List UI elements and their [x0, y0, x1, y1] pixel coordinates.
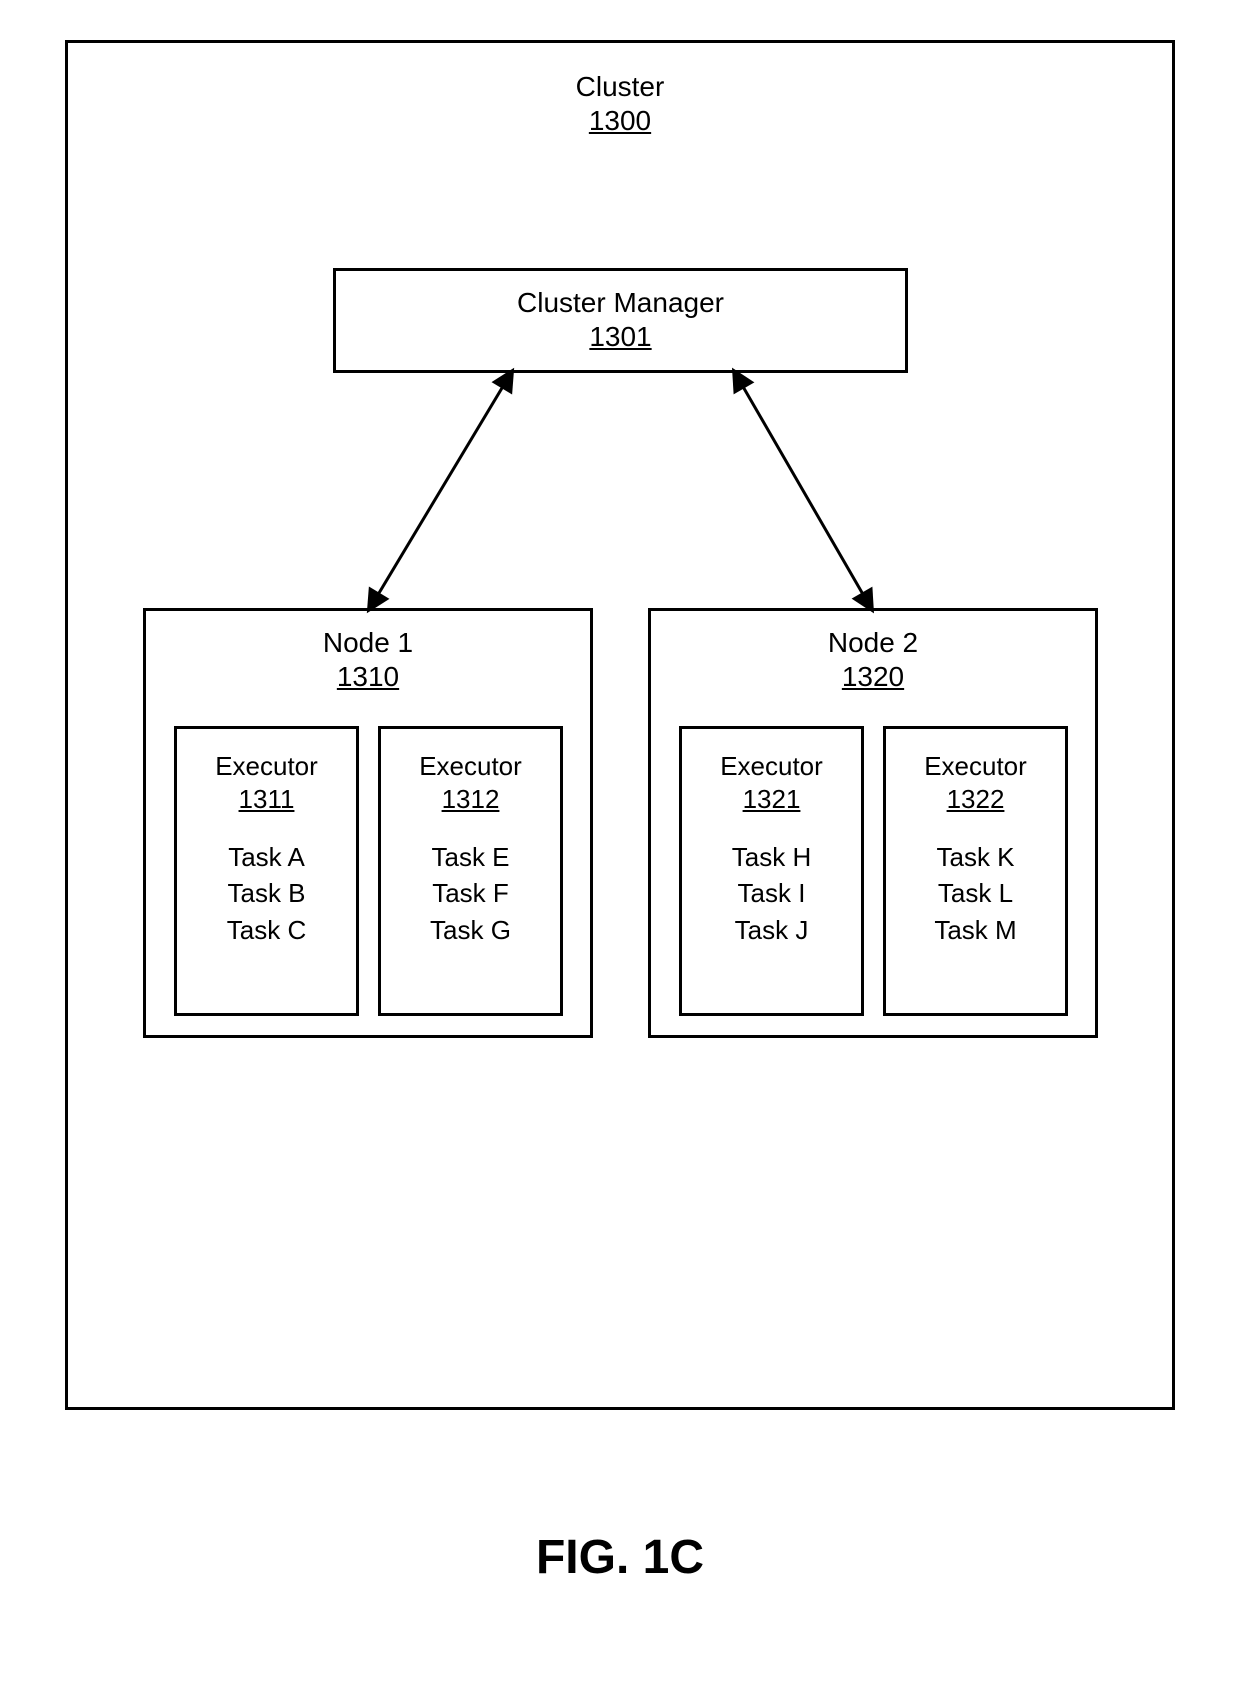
cluster-manager-box: Cluster Manager 1301 [333, 268, 908, 373]
executor-title: Executor [177, 751, 356, 782]
arrow-manager-node2 [738, 378, 868, 603]
executor-1321-box: Executor 1321 Task H Task I Task J [679, 726, 864, 1016]
cluster-number: 1300 [68, 105, 1172, 137]
cluster-title: Cluster [68, 71, 1172, 103]
executor-title: Executor [682, 751, 861, 782]
executor-tasks: Task H Task I Task J [682, 839, 861, 948]
task-item: Task A [177, 839, 356, 875]
task-item: Task C [177, 912, 356, 948]
task-item: Task L [886, 875, 1065, 911]
executor-title: Executor [886, 751, 1065, 782]
executor-tasks: Task A Task B Task C [177, 839, 356, 948]
executor-1322-box: Executor 1322 Task K Task L Task M [883, 726, 1068, 1016]
cluster-manager-number: 1301 [336, 321, 905, 353]
executor-number: 1311 [177, 784, 356, 815]
task-item: Task G [381, 912, 560, 948]
cluster-manager-title: Cluster Manager [336, 287, 905, 319]
executor-tasks: Task K Task L Task M [886, 839, 1065, 948]
task-item: Task M [886, 912, 1065, 948]
executor-tasks: Task E Task F Task G [381, 839, 560, 948]
arrow-manager-node1 [373, 378, 508, 603]
executor-number: 1322 [886, 784, 1065, 815]
node-2-title: Node 2 [651, 627, 1095, 659]
cluster-container: Cluster 1300 Cluster Manager 1301 Node 1… [65, 40, 1175, 1410]
task-item: Task B [177, 875, 356, 911]
node-1-box: Node 1 1310 Executor 1311 Task A Task B … [143, 608, 593, 1038]
executor-number: 1312 [381, 784, 560, 815]
node-1-number: 1310 [146, 661, 590, 693]
executor-1312-box: Executor 1312 Task E Task F Task G [378, 726, 563, 1016]
node-2-number: 1320 [651, 661, 1095, 693]
node-1-title: Node 1 [146, 627, 590, 659]
executor-title: Executor [381, 751, 560, 782]
task-item: Task F [381, 875, 560, 911]
node-2-box: Node 2 1320 Executor 1321 Task H Task I … [648, 608, 1098, 1038]
executor-number: 1321 [682, 784, 861, 815]
task-item: Task I [682, 875, 861, 911]
task-item: Task J [682, 912, 861, 948]
task-item: Task K [886, 839, 1065, 875]
executor-1311-box: Executor 1311 Task A Task B Task C [174, 726, 359, 1016]
task-item: Task E [381, 839, 560, 875]
figure-label: FIG. 1C [0, 1530, 1240, 1585]
task-item: Task H [682, 839, 861, 875]
